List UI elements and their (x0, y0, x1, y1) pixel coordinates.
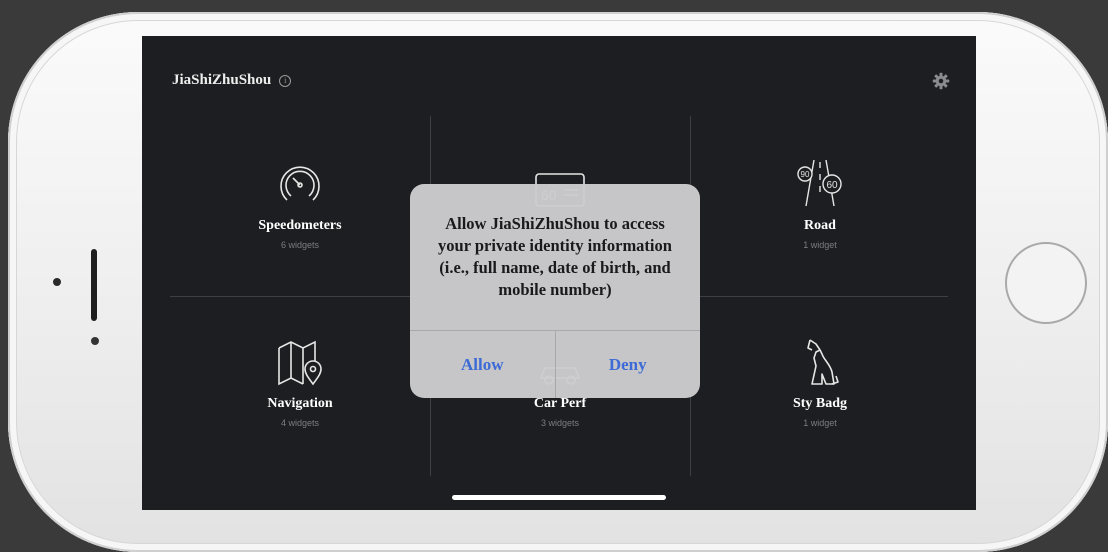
tile-title: Road (804, 218, 836, 233)
info-icon[interactable]: i (279, 74, 292, 87)
permission-alert-dialog: Allow JiaShiZhuShou to access your priva… (410, 184, 700, 398)
tile-subtitle: 4 widgets (280, 418, 320, 428)
road-sign-value-b: 60 (826, 180, 838, 191)
tile-title: Car Perf (533, 396, 587, 411)
app-screen: JiaShiZhuShou i Speedometers 6 widgets 9… (142, 36, 976, 510)
tile-navigation[interactable]: Navigation 4 widgets (170, 336, 430, 428)
front-camera (53, 278, 61, 286)
tile-subtitle: 1 widget (803, 418, 837, 428)
home-button[interactable] (1005, 242, 1087, 324)
road-sign-icon: 90 60 (797, 159, 842, 207)
app-title: JiaShiZhuShou (172, 72, 272, 88)
alert-button-row: Allow Deny (410, 330, 700, 398)
road-sign-value-a: 90 (801, 170, 810, 179)
tile-subtitle: 1 widget (803, 240, 837, 250)
tile-sty-badg[interactable]: Sty Badg 1 widget (690, 336, 950, 428)
tile-title: Sty Badg (792, 396, 848, 411)
tile-speedometers[interactable]: Speedometers 6 widgets (170, 158, 430, 250)
tile-title: Navigation (267, 396, 333, 411)
map-pin-icon (278, 340, 322, 386)
proximity-sensor (91, 337, 99, 345)
dog-icon (807, 339, 839, 385)
deny-button[interactable]: Deny (554, 331, 701, 398)
speedometer-icon (280, 166, 320, 201)
home-indicator[interactable] (452, 495, 666, 500)
gear-icon[interactable] (932, 72, 950, 90)
app-header: JiaShiZhuShou i (172, 72, 292, 89)
alert-message: Allow JiaShiZhuShou to access your priva… (438, 213, 672, 299)
tile-title: Speedometers (258, 218, 342, 233)
tile-subtitle: 6 widgets (280, 240, 320, 250)
allow-button[interactable]: Allow (410, 331, 555, 398)
tile-subtitle: 3 widgets (540, 418, 580, 428)
earpiece-speaker (91, 249, 97, 321)
tile-road[interactable]: 90 60 Road 1 widget (690, 158, 950, 250)
